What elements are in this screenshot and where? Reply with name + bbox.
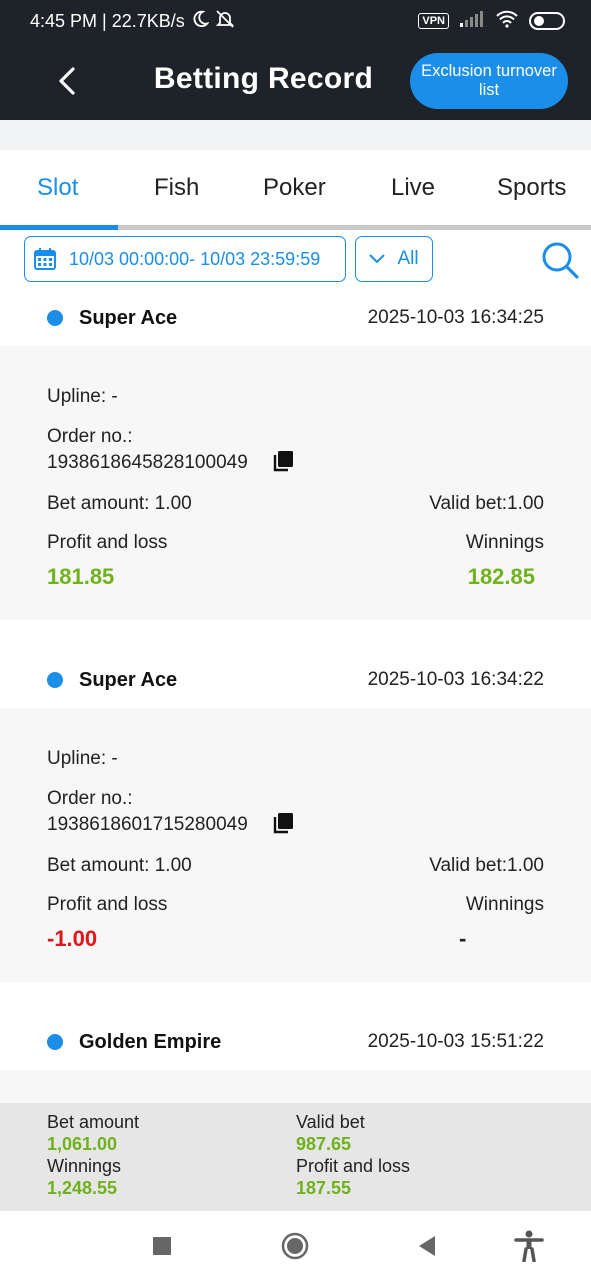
date-range-picker[interactable]: 10/03 00:00:00- 10/03 23:59:59 <box>24 236 346 282</box>
total-valid-bet-label: Valid bet <box>296 1112 365 1132</box>
home-icon <box>281 1232 309 1260</box>
record-time: 2025-10-03 15:51:22 <box>367 1031 544 1052</box>
chevron-down-icon <box>369 254 386 264</box>
total-bet-label: Bet amount <box>47 1112 140 1132</box>
moon-icon <box>191 10 210 33</box>
home-button[interactable] <box>278 1229 312 1263</box>
game-name: Golden Empire <box>79 1030 222 1053</box>
winnings-label: Winnings <box>465 894 544 915</box>
record-time: 2025-10-03 16:34:22 <box>367 669 544 690</box>
order-number: 1938618601715280049 <box>47 814 248 835</box>
game-name: Super Ace <box>79 668 178 691</box>
winnings-value: - <box>459 926 467 951</box>
bet-amount: Bet amount: 1.00 <box>47 855 192 876</box>
wifi-icon <box>495 10 519 33</box>
record-details: Upline: - Order no.: 1938618645828100049… <box>0 346 591 620</box>
profit-loss-label: Profit and loss <box>47 894 168 915</box>
type-select-value: All <box>397 248 419 269</box>
search-icon <box>542 242 579 279</box>
back-nav-button[interactable] <box>410 1229 444 1263</box>
total-winnings-value: 1,248.55 <box>47 1178 118 1198</box>
battery-icon <box>529 12 565 30</box>
record-time: 2025-10-03 16:34:25 <box>367 307 544 328</box>
filter-bar: 10/03 00:00:00- 10/03 23:59:59 All <box>0 230 591 290</box>
back-nav-icon <box>419 1236 435 1256</box>
record-dot <box>47 310 63 326</box>
profit-loss-label: Profit and loss <box>47 532 168 553</box>
upline-text: Upline: - <box>47 386 118 407</box>
status-time: 4:45 PM | 22.7KB/s <box>30 10 185 31</box>
tab-slot[interactable]: Slot <box>37 174 78 202</box>
recents-button[interactable] <box>145 1229 179 1263</box>
order-label: Order no.: <box>47 426 133 447</box>
upline-text: Upline: - <box>47 748 118 769</box>
status-bar: 4:45 PM | 22.7KB/s VPN <box>0 0 591 42</box>
record-dot <box>47 1034 63 1050</box>
total-profit-loss-label: Profit and loss <box>296 1156 411 1176</box>
signal-icon <box>459 10 485 33</box>
search-button[interactable] <box>540 240 580 280</box>
bet-amount: Bet amount: 1.00 <box>47 493 192 514</box>
totals-summary: Bet amount 1,061.00 Valid bet 987.65 Win… <box>0 1103 591 1211</box>
record-details: Upline: - Order no.: 1938618601715280049… <box>0 708 591 982</box>
total-winnings-label: Winnings <box>47 1156 122 1176</box>
valid-bet: Valid bet:1.00 <box>429 493 544 514</box>
winnings-value: 182.85 <box>467 564 535 589</box>
tab-sports[interactable]: Sports <box>497 174 566 202</box>
order-label: Order no.: <box>47 788 133 809</box>
game-name: Super Ace <box>79 306 178 329</box>
header-spacer <box>0 120 591 150</box>
accessibility-icon <box>514 1230 544 1262</box>
category-tabs: Slot Fish Poker Live Sports <box>0 150 591 228</box>
valid-bet: Valid bet:1.00 <box>429 855 544 876</box>
tab-poker[interactable]: Poker <box>263 174 326 202</box>
recents-icon <box>153 1237 171 1255</box>
total-bet-value: 1,061.00 <box>47 1134 118 1154</box>
type-select[interactable]: All <box>355 236 433 282</box>
app-header: Betting Record Exclusion turnover list <box>0 42 591 120</box>
calendar-icon <box>34 248 56 270</box>
vpn-badge: VPN <box>418 13 449 29</box>
exclusion-turnover-button[interactable]: Exclusion turnover list <box>410 53 568 109</box>
copy-icon[interactable] <box>272 812 294 834</box>
record-dot <box>47 672 63 688</box>
record-details <box>0 1070 591 1103</box>
bell-off-icon <box>215 9 235 34</box>
accessibility-button[interactable] <box>512 1229 546 1263</box>
profit-loss-value: -1.00 <box>47 926 98 951</box>
tab-fish[interactable]: Fish <box>154 174 199 202</box>
record-header[interactable]: Super Ace 2025-10-03 16:34:25 <box>0 290 591 346</box>
winnings-label: Winnings <box>465 532 544 553</box>
system-nav-bar <box>0 1211 591 1280</box>
total-profit-loss-value: 187.55 <box>296 1178 352 1198</box>
order-number: 1938618645828100049 <box>47 452 248 473</box>
tab-live[interactable]: Live <box>391 174 435 202</box>
record-header[interactable]: Super Ace 2025-10-03 16:34:22 <box>0 652 591 708</box>
total-valid-bet-value: 987.65 <box>296 1134 352 1154</box>
record-header[interactable]: Golden Empire 2025-10-03 15:51:22 <box>0 1014 591 1070</box>
profit-loss-value: 181.85 <box>47 564 115 589</box>
date-range-text: 10/03 00:00:00- 10/03 23:59:59 <box>69 248 321 269</box>
copy-icon[interactable] <box>272 450 294 472</box>
